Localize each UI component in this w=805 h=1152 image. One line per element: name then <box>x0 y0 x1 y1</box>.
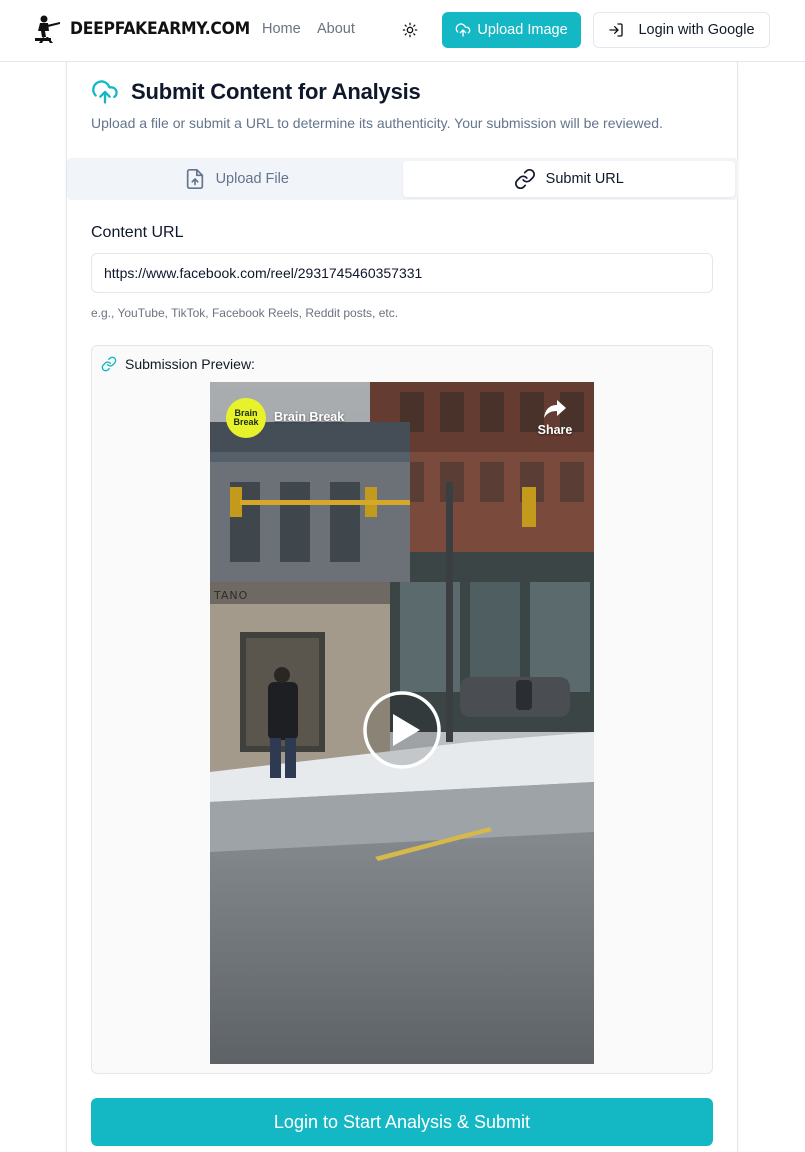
submission-tabs: Upload File Submit URL <box>67 158 738 200</box>
submission-preview: Submission Preview: TANO Brain Break Bra… <box>91 345 713 1074</box>
cloud-upload-icon <box>456 23 471 37</box>
content-url-help: e.g., YouTube, TikTok, Facebook Reels, R… <box>91 306 399 320</box>
login-google-button[interactable]: Login with Google <box>593 12 770 48</box>
tab-upload-file-label: Upload File <box>215 171 289 187</box>
upload-image-label: Upload Image <box>477 22 568 38</box>
login-google-label: Login with Google <box>638 22 755 38</box>
tab-upload-file[interactable]: Upload File <box>70 161 403 197</box>
channel-name[interactable]: Brain Break <box>274 410 344 424</box>
submit-content-card: Submit Content for Analysis Upload a fil… <box>66 62 738 1152</box>
link-icon <box>101 356 117 372</box>
channel-logo[interactable]: Brain Break <box>226 398 266 438</box>
nav-home-link[interactable]: Home <box>262 21 301 37</box>
theme-toggle-button[interactable] <box>398 18 422 42</box>
page-title: Submit Content for Analysis <box>131 79 421 104</box>
tab-submit-url[interactable]: Submit URL <box>402 161 735 197</box>
file-upload-icon <box>186 169 203 189</box>
card-header: Submit Content for Analysis <box>91 78 421 106</box>
page-subtitle: Upload a file or submit a URL to determi… <box>91 115 663 131</box>
tab-submit-url-label: Submit URL <box>545 171 624 187</box>
site-logo[interactable]: DEEPFAKEARMY.COM <box>32 13 266 45</box>
preview-heading: Submission Preview: <box>125 356 255 372</box>
storefront-sign-text: TANO <box>213 589 248 602</box>
logo-text: DEEPFAKEARMY.COM <box>70 19 250 39</box>
content-url-label: Content URL <box>91 224 184 241</box>
login-arrow-icon <box>609 23 624 37</box>
share-arrow-icon <box>544 400 566 418</box>
link-icon <box>514 168 535 190</box>
play-icon[interactable] <box>362 690 442 770</box>
cloud-upload-icon <box>92 80 118 104</box>
login-to-submit-button[interactable]: Login to Start Analysis & Submit <box>91 1098 713 1146</box>
logo-soldier-icon <box>35 15 60 43</box>
nav-about-link[interactable]: About <box>317 21 355 37</box>
preview-header: Submission Preview: <box>101 356 255 372</box>
share-button[interactable]: Share <box>532 398 578 437</box>
sun-icon <box>402 22 418 38</box>
share-label: Share <box>537 423 573 437</box>
upload-image-button[interactable]: Upload Image <box>442 12 581 48</box>
video-embed[interactable]: TANO Brain Break Brain Break Share <box>210 382 594 1064</box>
content-url-input[interactable] <box>91 253 713 293</box>
channel-logo-text: Brain Break <box>233 408 259 427</box>
top-nav: DEEPFAKEARMY.COM Home About Upload Image… <box>0 0 805 62</box>
